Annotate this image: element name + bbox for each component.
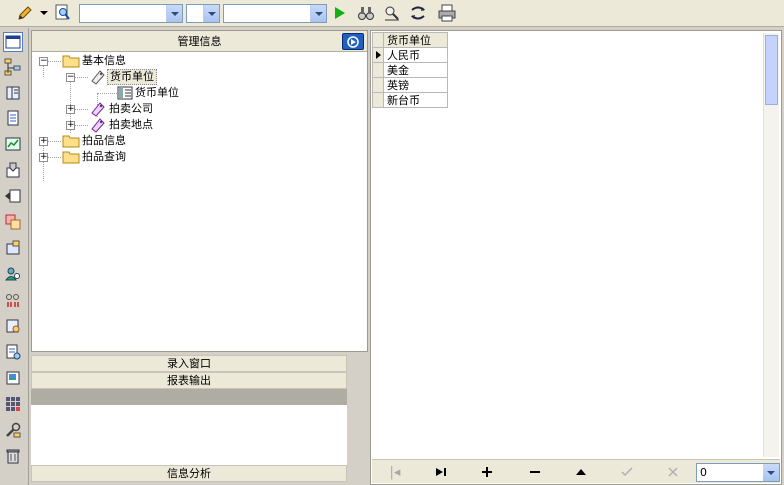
- management-tree-panel: 管理信息 − − + + + + 基本信息 货币单位 货币单位 拍卖公司 拍卖地…: [31, 30, 368, 352]
- tag-icon: [91, 102, 105, 117]
- table-row[interactable]: 美金: [372, 62, 448, 78]
- link-icon[interactable]: [3, 290, 23, 310]
- currency-grid: 货币单位 人民币 美金 英镑 新台币: [372, 32, 448, 108]
- tree-node-label: 货币单位: [107, 69, 157, 85]
- table-row[interactable]: 英镑: [372, 77, 448, 93]
- panel-title-text: 管理信息: [177, 35, 222, 48]
- report-output-bar[interactable]: 报表输出: [31, 372, 347, 389]
- tree-node-label: 拍品信息: [82, 134, 126, 147]
- inbox-icon[interactable]: [3, 160, 23, 180]
- tree-node-auction-company[interactable]: 拍卖公司: [89, 101, 155, 117]
- document-icon[interactable]: [3, 108, 23, 128]
- refresh-icon[interactable]: [407, 3, 429, 23]
- expand-toggle[interactable]: +: [66, 105, 75, 114]
- expand-toggle[interactable]: +: [39, 153, 48, 162]
- chevron-down-icon[interactable]: [166, 5, 182, 22]
- run-query-icon[interactable]: [331, 3, 349, 23]
- form-icon[interactable]: [3, 342, 23, 362]
- table-row[interactable]: 人民币: [372, 47, 448, 63]
- folder-icon: [62, 55, 80, 68]
- scroll-thumb[interactable]: [765, 35, 778, 105]
- window-icon[interactable]: [3, 32, 23, 52]
- chart-icon[interactable]: [3, 134, 23, 154]
- grid-cell[interactable]: 新台币: [383, 92, 448, 108]
- settings-icon[interactable]: [3, 238, 23, 258]
- row-indicator-header: [372, 32, 384, 48]
- panel-separator: [31, 389, 347, 405]
- find-next-icon[interactable]: [381, 3, 403, 23]
- go-arrow-icon[interactable]: [342, 33, 364, 50]
- chevron-down-icon[interactable]: [763, 464, 779, 481]
- row-indicator: [372, 77, 384, 93]
- tree-node-label: 基本信息: [82, 54, 126, 67]
- currency-grid-panel: 货币单位 人民币 美金 英镑 新台币 |◂ 0: [370, 30, 782, 485]
- edit-record-icon[interactable]: [570, 463, 592, 481]
- navigator-select-value: 0: [700, 466, 707, 479]
- tree-node-auction-location[interactable]: 拍卖地点: [89, 117, 155, 133]
- grid-cell[interactable]: 英镑: [383, 77, 448, 93]
- user-search-icon[interactable]: [3, 264, 23, 284]
- db-navigator: |◂ 0: [372, 459, 780, 483]
- tree-node-label: 拍卖地点: [109, 118, 153, 131]
- post-record-icon[interactable]: [616, 463, 638, 481]
- current-row-indicator-icon: [372, 47, 384, 63]
- tree-node-basic-info[interactable]: 基本信息: [62, 53, 128, 69]
- tree-node-label: 货币单位: [135, 86, 179, 99]
- grid-icon[interactable]: [3, 394, 23, 414]
- navigator-select[interactable]: 0: [696, 463, 780, 482]
- folder-icon: [62, 151, 80, 164]
- tools-icon[interactable]: [3, 420, 23, 440]
- tree-node-item-info[interactable]: 拍品信息: [62, 133, 128, 149]
- grid-header-row: 货币单位: [372, 32, 448, 48]
- field-select[interactable]: [79, 4, 183, 23]
- chevron-down-icon[interactable]: [38, 3, 50, 23]
- chevron-down-icon[interactable]: [203, 5, 219, 22]
- first-record-icon[interactable]: |◂: [384, 463, 406, 481]
- trash-icon[interactable]: [3, 446, 23, 466]
- column-header[interactable]: 货币单位: [383, 32, 448, 48]
- grid-cell[interactable]: 人民币: [383, 47, 448, 63]
- print-icon[interactable]: [435, 3, 459, 23]
- tree-node-item-query[interactable]: 拍品查询: [62, 149, 128, 165]
- collapse-toggle[interactable]: −: [39, 57, 48, 66]
- edit-pencil-icon[interactable]: [14, 3, 36, 23]
- main-toolbar: [0, 0, 784, 27]
- panel-content-area: [31, 405, 347, 465]
- expand-toggle[interactable]: +: [66, 121, 75, 130]
- grid-cell[interactable]: 美金: [383, 62, 448, 78]
- tree-node-currency-unit[interactable]: 货币单位: [117, 85, 181, 101]
- cancel-record-icon[interactable]: [662, 463, 684, 481]
- org-chart-icon[interactable]: [3, 57, 23, 77]
- folder-icon: [62, 135, 80, 148]
- tree-node-label: 拍卖公司: [109, 102, 153, 115]
- row-indicator: [372, 92, 384, 108]
- tag-icon: [91, 118, 105, 133]
- row-indicator: [372, 62, 384, 78]
- chevron-down-icon[interactable]: [310, 5, 326, 22]
- tree-node-label: 拍品查询: [82, 150, 126, 163]
- export-icon[interactable]: [3, 186, 23, 206]
- operator-select[interactable]: [186, 4, 220, 23]
- delete-record-icon[interactable]: [524, 463, 546, 481]
- table-form-icon: [117, 86, 133, 100]
- tag-icon: [91, 70, 105, 85]
- address-book-icon[interactable]: [3, 83, 23, 103]
- tree-node-currency-unit-group[interactable]: 货币单位: [89, 69, 157, 85]
- info-analysis-bar[interactable]: 信息分析: [31, 465, 347, 482]
- vertical-scrollbar[interactable]: [763, 33, 779, 457]
- expand-toggle[interactable]: +: [39, 137, 48, 146]
- module-sidebar: [0, 28, 29, 485]
- find-icon[interactable]: [53, 3, 73, 23]
- last-record-icon[interactable]: [430, 463, 452, 481]
- table-row[interactable]: 新台币: [372, 92, 448, 108]
- panel-title: 管理信息: [32, 31, 367, 52]
- binoculars-icon[interactable]: [355, 3, 377, 23]
- stack-icon[interactable]: [3, 212, 23, 232]
- collapse-toggle[interactable]: −: [66, 73, 75, 82]
- image-doc-icon[interactable]: [3, 368, 23, 388]
- entry-window-bar[interactable]: 录入窗口: [31, 355, 347, 372]
- report-icon[interactable]: [3, 316, 23, 336]
- value-select[interactable]: [223, 4, 327, 23]
- insert-record-icon[interactable]: [476, 463, 498, 481]
